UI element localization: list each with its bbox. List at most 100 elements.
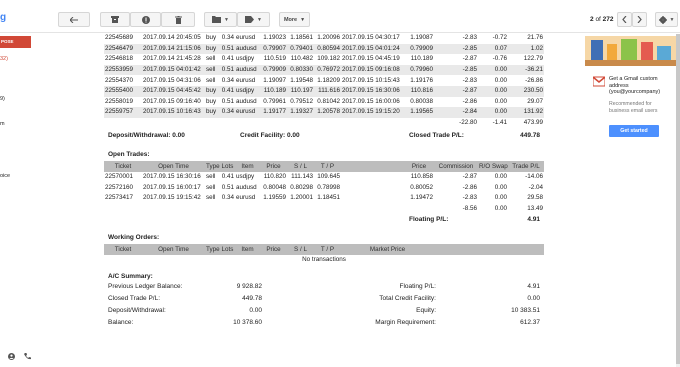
table-cell: 2017.09.15 04:30:17 bbox=[342, 34, 400, 42]
table-cell: 1.02 bbox=[508, 43, 544, 55]
chevron-left-icon bbox=[622, 16, 627, 23]
column-header: Price bbox=[260, 244, 287, 255]
table-cell: 1.20096 bbox=[317, 34, 340, 42]
archive-icon bbox=[111, 16, 119, 23]
closed-summary-line: Deposit/Withdrawal: 0.00 Credit Facility… bbox=[104, 128, 544, 144]
older-button[interactable] bbox=[632, 12, 647, 27]
get-started-button[interactable]: Get started bbox=[609, 125, 659, 137]
sidebar-item[interactable]: m bbox=[0, 121, 5, 127]
column-header: Lots bbox=[220, 244, 235, 255]
chevron-right-icon bbox=[637, 16, 642, 23]
table-cell: 1.18209 bbox=[317, 76, 340, 84]
phone-icon[interactable] bbox=[24, 353, 31, 362]
settings-button[interactable]: ▼ bbox=[655, 12, 678, 27]
archive-button[interactable] bbox=[100, 12, 130, 27]
table-cell: sell bbox=[206, 194, 216, 202]
back-button[interactable] bbox=[58, 12, 90, 27]
table-cell: 0.79907 bbox=[260, 43, 287, 55]
summary-label: Deposit/Withdrawal: bbox=[108, 306, 166, 314]
column-header: R/O Swap bbox=[478, 161, 508, 172]
table-cell: 22573417 bbox=[105, 194, 134, 202]
compose-button[interactable]: POSE bbox=[0, 36, 31, 48]
table-cell: buy bbox=[205, 85, 220, 97]
table-cell: 1.19565 bbox=[404, 107, 434, 118]
summary-label: Previous Ledger Balance: bbox=[108, 282, 183, 290]
report-spam-button[interactable] bbox=[130, 12, 161, 27]
scrollbar[interactable] bbox=[676, 34, 680, 367]
table-cell: 2017.09.15 16:30:16 bbox=[143, 173, 201, 181]
google-logo-fragment: g bbox=[0, 14, 6, 22]
table-row: 22570001 2017.09.15 16:30:16 sell 0.41 usdjp… bbox=[104, 172, 544, 183]
table-cell: 110.816 bbox=[404, 85, 434, 97]
pagination-text: 2 of 272 bbox=[590, 16, 614, 23]
table-cell: 1.19176 bbox=[410, 76, 433, 84]
scrollbar-thumb[interactable] bbox=[676, 34, 680, 364]
table-cell: 0.79961 bbox=[263, 97, 286, 105]
column-header: Trade P/L bbox=[508, 161, 544, 172]
sidebar-item[interactable]: 9) bbox=[0, 96, 5, 102]
table-cell: 2017.09.14 20:45:05 bbox=[143, 34, 201, 42]
working-orders-table: Ticket Open Time Type Lots Item Price S / LT /… bbox=[104, 244, 544, 265]
table-cell: 1.18561 bbox=[290, 34, 313, 42]
delete-button[interactable] bbox=[161, 12, 195, 27]
table-cell: 2017.09.15 04:45:42 bbox=[142, 85, 205, 97]
credit-facility-label: Credit Facility: 0.00 bbox=[240, 132, 300, 140]
summary-value: 0.00 bbox=[249, 306, 262, 314]
summary-label: Margin Requirement: bbox=[375, 318, 436, 326]
more-button[interactable]: More ▼ bbox=[279, 12, 310, 27]
closed-profit-total: 473.99 bbox=[523, 119, 543, 127]
table-row: 22546818 2017.09.14 21:45:28 sell 0.41 usdjp… bbox=[104, 54, 544, 65]
table-cell: 0.00 bbox=[478, 85, 508, 97]
column-header: Commission bbox=[434, 161, 478, 172]
table-cell: 1.20001 bbox=[290, 194, 313, 202]
table-cell: 110.189 bbox=[410, 55, 433, 63]
label-tag-icon bbox=[245, 16, 255, 23]
deposit-withdrawal-label: Deposit/Withdrawal: 0.00 bbox=[108, 132, 185, 140]
closed-trades-table: 22545689 2017.09.14 20:45:05 buy 0.34 eurusd… bbox=[104, 33, 544, 128]
hangouts-icon[interactable] bbox=[8, 353, 15, 362]
open-trades-table: Ticket Open Time Type Lots Item Price S / LT /… bbox=[104, 161, 544, 214]
table-cell: -2.85 bbox=[434, 64, 478, 76]
column-header: T / P bbox=[314, 244, 341, 255]
table-cell: 22554370 bbox=[105, 76, 134, 84]
table-row: 22573417 2017.09.15 19:15:42 sell 0.34 eurus… bbox=[104, 193, 544, 204]
floating-pl-line: Floating P/L: 4.91 bbox=[104, 214, 544, 227]
table-cell: sell bbox=[206, 173, 216, 181]
table-cell: -2.83 bbox=[462, 76, 477, 84]
table-cell: 22545689 bbox=[105, 34, 134, 42]
labels-button[interactable]: ▼ bbox=[237, 12, 270, 27]
table-cell: 0.79512 bbox=[290, 97, 313, 105]
table-cell: -2.84 bbox=[434, 107, 478, 118]
statement-content: 22545689 2017.09.14 20:45:05 buy 0.34 eurusd… bbox=[104, 33, 544, 367]
table-cell: 0.34 bbox=[221, 194, 234, 202]
table-cell: usdjpy bbox=[235, 85, 260, 97]
table-row: 22559757 2017.09.15 10:16:43 buy 0.34 eurusd… bbox=[104, 107, 544, 118]
sidebar-item[interactable]: oice bbox=[0, 173, 10, 179]
table-cell: sell bbox=[205, 64, 220, 76]
working-orders-header: Ticket Open Time Type Lots Item Price S / LT /… bbox=[104, 244, 544, 255]
column-header: S / L bbox=[287, 161, 314, 172]
column-header: T / P bbox=[314, 161, 341, 172]
gmail-icon bbox=[592, 76, 606, 87]
table-cell: -2.85 bbox=[434, 43, 478, 55]
chevron-down-icon: ▼ bbox=[669, 16, 675, 23]
table-cell: 1.19559 bbox=[263, 194, 286, 202]
table-cell: 0.76972 bbox=[314, 64, 341, 76]
table-cell: 2017.09.15 04:45:19 bbox=[342, 55, 400, 63]
table-cell: -14.06 bbox=[525, 173, 543, 181]
table-cell: 109.645 bbox=[317, 173, 340, 181]
table-cell: 22546479 bbox=[104, 43, 142, 55]
table-cell: -0.76 bbox=[492, 55, 507, 63]
table-cell: 22546818 bbox=[105, 55, 134, 63]
account-summary: Previous Ledger Balance: 9 928.82 Closed T… bbox=[104, 283, 544, 331]
column-header: Ticket bbox=[104, 161, 142, 172]
table-cell: 0.34 bbox=[221, 34, 234, 42]
no-transactions-row: No transactions bbox=[104, 255, 544, 266]
table-cell: 22555400 bbox=[104, 85, 142, 97]
newer-button[interactable] bbox=[617, 12, 632, 27]
move-to-button[interactable]: ▼ bbox=[204, 12, 237, 27]
table-cell: eurusd bbox=[236, 194, 256, 202]
sidebar-item-inbox[interactable]: 32) bbox=[0, 56, 8, 62]
summary-value: 612.37 bbox=[520, 318, 540, 326]
closed-trade-pl-value: 449.78 bbox=[520, 132, 540, 140]
